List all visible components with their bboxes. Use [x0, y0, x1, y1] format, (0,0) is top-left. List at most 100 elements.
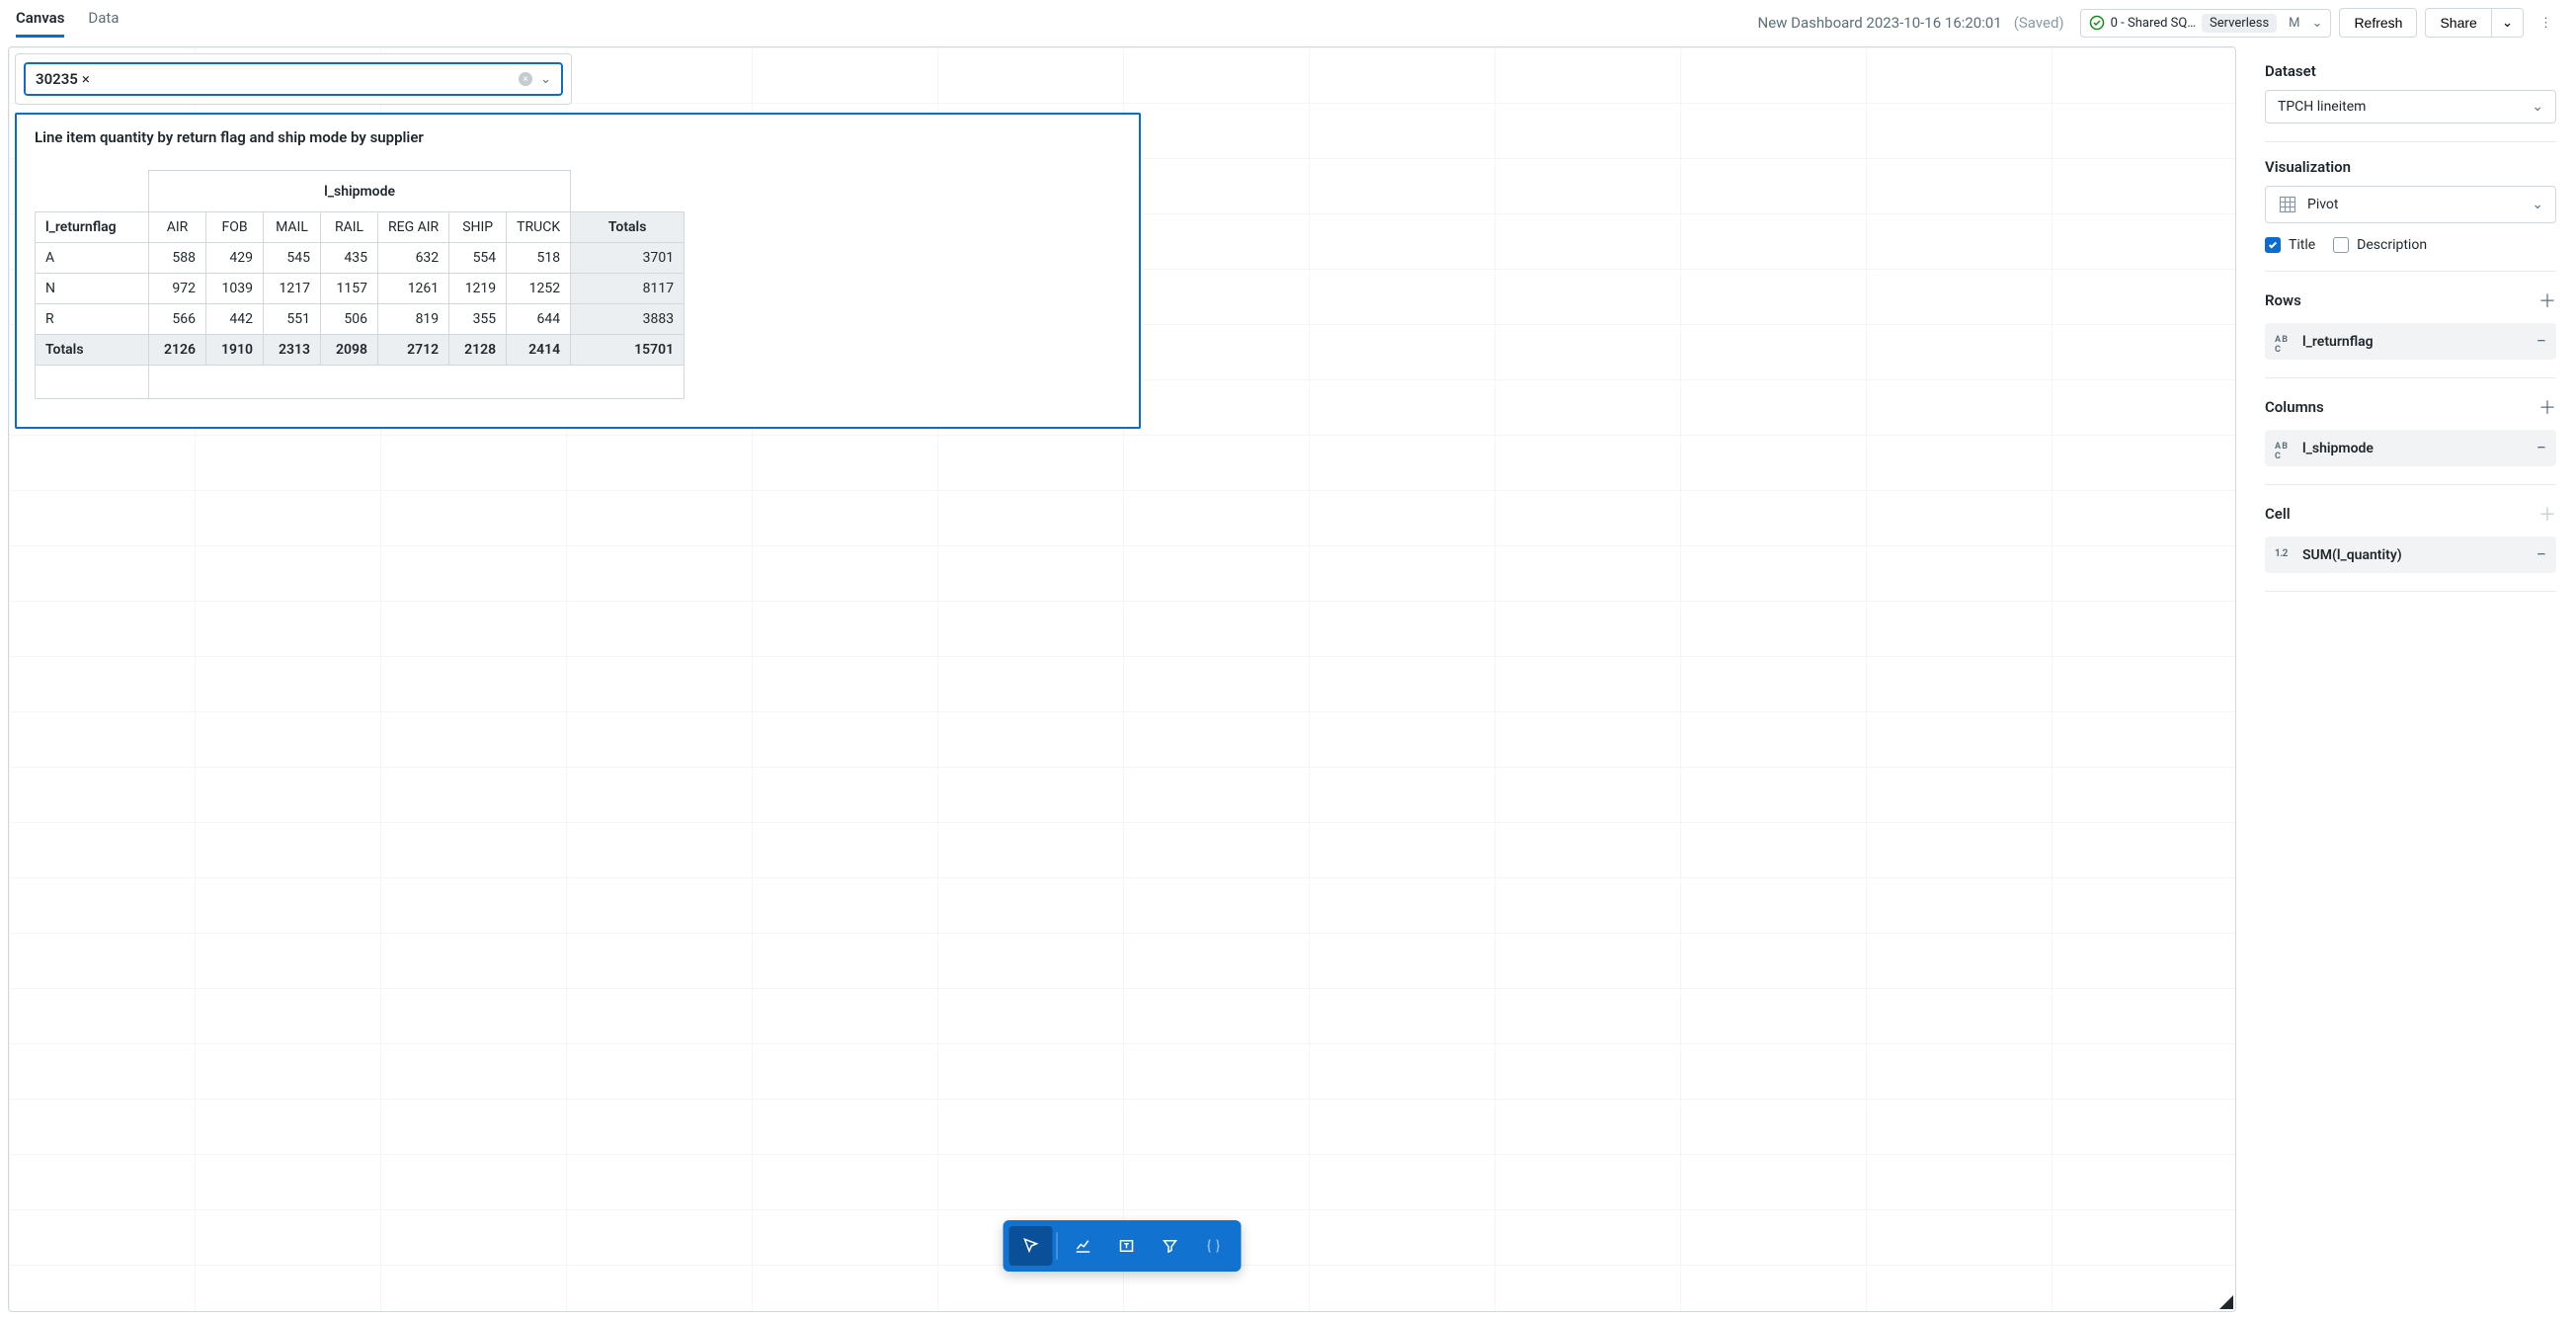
pivot-icon	[2278, 195, 2297, 214]
header-actions: 0 - Shared SQ… Serverless M ⌄ Refresh Sh…	[2080, 8, 2560, 38]
share-button[interactable]: Share	[2425, 8, 2491, 38]
pivot-row-dim-header: l_returnflag	[36, 212, 149, 243]
pivot-row: A 588429545435632554518 3701	[36, 243, 684, 274]
chart-tool-button[interactable]	[1062, 1226, 1105, 1266]
tab-canvas[interactable]: Canvas	[16, 9, 64, 38]
column-field-name: l_shipmode	[2302, 441, 2374, 456]
overflow-menu-button[interactable]: ⋮	[2532, 12, 2560, 35]
dataset-value: TPCH lineitem	[2278, 99, 2366, 115]
pivot-row: N 972103912171157126112191252 8117	[36, 274, 684, 304]
tab-data[interactable]: Data	[88, 9, 119, 38]
visualization-section: Visualization Pivot ⌄ Title	[2265, 158, 2556, 253]
pivot-col-header: TRUCK	[507, 212, 571, 243]
pivot-col-header: REG AIR	[378, 212, 449, 243]
filter-widget[interactable]: 30235 × × ⌄	[15, 53, 572, 105]
header-bar: Canvas Data New Dashboard 2023-10-16 16:…	[0, 0, 2576, 46]
cell-heading: Cell	[2265, 505, 2291, 523]
canvas[interactable]: 30235 × × ⌄ Line item quantity by return…	[8, 46, 2236, 1312]
cell-field-name: SUM(l_quantity)	[2302, 547, 2402, 563]
check-circle-icon	[2089, 15, 2105, 31]
pointer-icon	[1022, 1237, 1040, 1255]
serverless-badge: Serverless	[2202, 14, 2277, 33]
dashboard-title: New Dashboard 2023-10-16 16:20:01	[1758, 14, 2002, 32]
column-field-pill[interactable]: A BC l_shipmode −	[2265, 430, 2556, 466]
sql-warehouse-selector[interactable]: 0 - Shared SQ… Serverless M ⌄	[2080, 9, 2332, 38]
visualization-heading: Visualization	[2265, 158, 2556, 176]
header-tabs: Canvas Data	[16, 9, 120, 38]
warehouse-size: M	[2283, 14, 2305, 33]
header-center: New Dashboard 2023-10-16 16:20:01 (Saved…	[1758, 14, 2064, 32]
clear-filter-icon[interactable]: ×	[519, 72, 532, 86]
share-dropdown-button[interactable]: ⌄	[2492, 8, 2524, 38]
title-checkbox-row[interactable]: Title	[2265, 237, 2315, 253]
chevron-down-icon: ⌄	[2502, 15, 2513, 30]
description-checkbox-label: Description	[2357, 237, 2427, 253]
dataset-heading: Dataset	[2265, 62, 2556, 80]
chevron-down-icon: ⌄	[2312, 16, 2323, 31]
pointer-tool-button[interactable]	[1009, 1226, 1053, 1266]
sql-warehouse-label: 0 - Shared SQ…	[2111, 16, 2196, 31]
chevron-down-icon: ⌄	[2532, 99, 2543, 115]
code-tool-button[interactable]	[1192, 1226, 1236, 1266]
visualization-selector[interactable]: Pivot ⌄	[2265, 186, 2556, 223]
filter-tag-remove-icon[interactable]: ×	[82, 70, 90, 88]
checkbox-checked-icon	[2265, 237, 2281, 253]
rows-section: Rows ＋ A BC l_returnflag −	[2265, 288, 2556, 360]
dataset-section: Dataset TPCH lineitem ⌄	[2265, 62, 2556, 124]
app-root: Canvas Data New Dashboard 2023-10-16 16:…	[0, 0, 2576, 1320]
line-chart-icon	[1075, 1237, 1092, 1255]
remove-cell-field-button[interactable]: −	[2536, 544, 2546, 565]
pivot-col-header: MAIL	[264, 212, 321, 243]
filter-tag: 30235 ×	[36, 70, 90, 88]
pivot-row: R 566442551506819355644 3883	[36, 304, 684, 335]
string-type-icon: A BC	[2275, 442, 2293, 455]
string-type-icon: A BC	[2275, 335, 2293, 349]
remove-row-field-button[interactable]: −	[2536, 331, 2546, 352]
kebab-icon: ⋮	[2539, 16, 2552, 31]
filter-tag-value: 30235	[36, 70, 78, 88]
resize-handle-icon[interactable]	[2219, 1295, 2233, 1309]
add-row-field-button[interactable]: ＋	[2538, 288, 2556, 313]
chevron-down-icon: ⌄	[2532, 197, 2543, 212]
description-checkbox-row[interactable]: Description	[2333, 237, 2427, 253]
pivot-col-header: SHIP	[449, 212, 507, 243]
pivot-widget[interactable]: Line item quantity by return flag and sh…	[15, 113, 1141, 429]
chevron-down-icon[interactable]: ⌄	[540, 72, 551, 87]
pivot-spacer-row	[36, 366, 684, 399]
config-sidebar: Dataset TPCH lineitem ⌄ Visualization Pi…	[2244, 46, 2576, 1320]
text-tool-button[interactable]	[1105, 1226, 1149, 1266]
canvas-toolbar	[1004, 1220, 1242, 1272]
visualization-value: Pivot	[2307, 197, 2338, 212]
checkbox-unchecked-icon	[2333, 237, 2349, 253]
refresh-button[interactable]: Refresh	[2339, 8, 2417, 38]
pivot-col-header: AIR	[149, 212, 206, 243]
pivot-totals-row: Totals 2126191023132098271221282414 1570…	[36, 335, 684, 366]
columns-heading: Columns	[2265, 398, 2324, 416]
dataset-selector[interactable]: TPCH lineitem ⌄	[2265, 90, 2556, 124]
columns-section: Columns ＋ A BC l_shipmode −	[2265, 394, 2556, 466]
pivot-col-header: FOB	[206, 212, 264, 243]
add-cell-field-button[interactable]: ＋	[2538, 501, 2556, 527]
pivot-totals-header: Totals	[571, 212, 684, 243]
braces-icon	[1205, 1237, 1223, 1255]
remove-column-field-button[interactable]: −	[2536, 438, 2546, 458]
pivot-super-column: l_shipmode	[149, 171, 571, 212]
row-field-pill[interactable]: A BC l_returnflag −	[2265, 323, 2556, 360]
pivot-title: Line item quantity by return flag and sh…	[35, 128, 1121, 146]
saved-status: (Saved)	[2014, 14, 2064, 32]
filter-icon	[1162, 1237, 1179, 1255]
cell-section: Cell ＋ 1.2 SUM(l_quantity) −	[2265, 501, 2556, 573]
row-field-name: l_returnflag	[2302, 334, 2374, 350]
number-type-icon: 1.2	[2275, 548, 2293, 562]
title-checkbox-label: Title	[2289, 237, 2315, 253]
filter-tool-button[interactable]	[1149, 1226, 1192, 1266]
canvas-content: 30235 × × ⌄ Line item quantity by return…	[9, 47, 2235, 435]
main-area: 30235 × × ⌄ Line item quantity by return…	[0, 46, 2576, 1320]
filter-input[interactable]: 30235 × × ⌄	[24, 62, 563, 96]
cell-field-pill[interactable]: 1.2 SUM(l_quantity) −	[2265, 536, 2556, 573]
pivot-table: l_shipmode l_returnflag AIR FOB MAIL RAI…	[35, 170, 684, 399]
rows-heading: Rows	[2265, 291, 2301, 309]
pivot-col-header: RAIL	[321, 212, 378, 243]
text-box-icon	[1118, 1237, 1136, 1255]
add-column-field-button[interactable]: ＋	[2538, 394, 2556, 420]
